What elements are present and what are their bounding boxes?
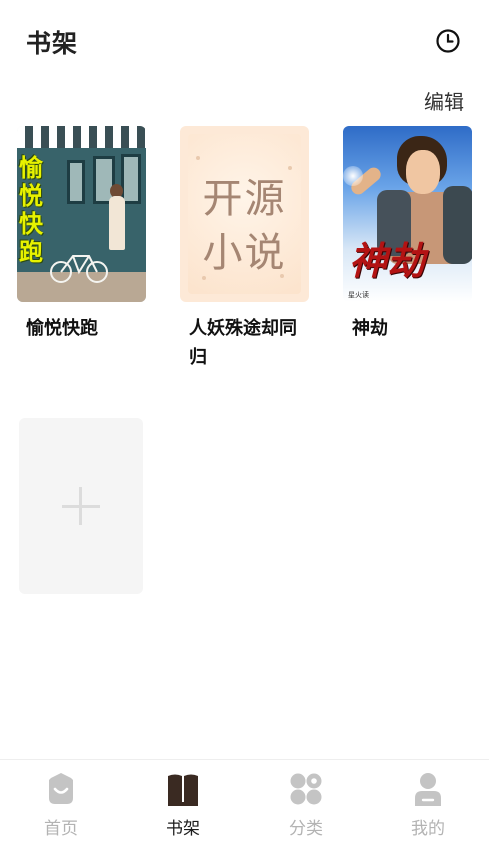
tab-category[interactable]: 分类 [261,760,351,843]
clock-icon [436,29,460,53]
book-title[interactable]: 愉悦快跑 [26,314,138,343]
book-cover[interactable]: 愉悦快跑 [17,126,146,302]
add-book-button[interactable] [19,418,143,594]
category-icon [290,773,322,805]
home-icon [49,773,73,804]
book-cover[interactable]: 开源 小说 [180,126,309,302]
book-title[interactable]: 人妖殊途却同归 [189,314,301,372]
tab-home[interactable]: 首页 [16,760,106,843]
cover-title: 小说 [202,230,287,276]
tab-label: 首页 [44,819,78,839]
edit-button[interactable]: 编辑 [424,86,464,115]
cover-title: 开源 [202,176,287,222]
cover-author: 星火读 [348,291,369,299]
bottom-tab-bar: 首页 书架 分类 我的 [0,759,489,843]
book-card[interactable]: 神劫 星火读 神劫 [343,126,473,343]
cover-title: 愉悦快跑 [19,154,43,266]
page-title: 书架 [26,29,79,58]
bicycle-icon [50,255,108,283]
header-bar: 书架 [0,0,489,80]
history-button[interactable] [435,28,461,54]
book-card[interactable]: 愉悦快跑 愉悦快跑 [17,126,147,343]
cover-title: 神劫 [349,238,426,283]
tab-label: 分类 [289,819,323,839]
book-title[interactable]: 神劫 [352,314,464,343]
tab-label: 我的 [411,819,445,839]
book-card[interactable]: 开源 小说 人妖殊途却同归 [180,126,310,372]
plus-icon [79,487,82,525]
book-icon [168,774,198,806]
tab-profile[interactable]: 我的 [383,760,473,843]
book-cover[interactable]: 神劫 星火读 [343,126,472,302]
tab-bookshelf[interactable]: 书架 [138,760,228,843]
user-icon [415,773,441,806]
tab-label: 书架 [166,819,200,839]
